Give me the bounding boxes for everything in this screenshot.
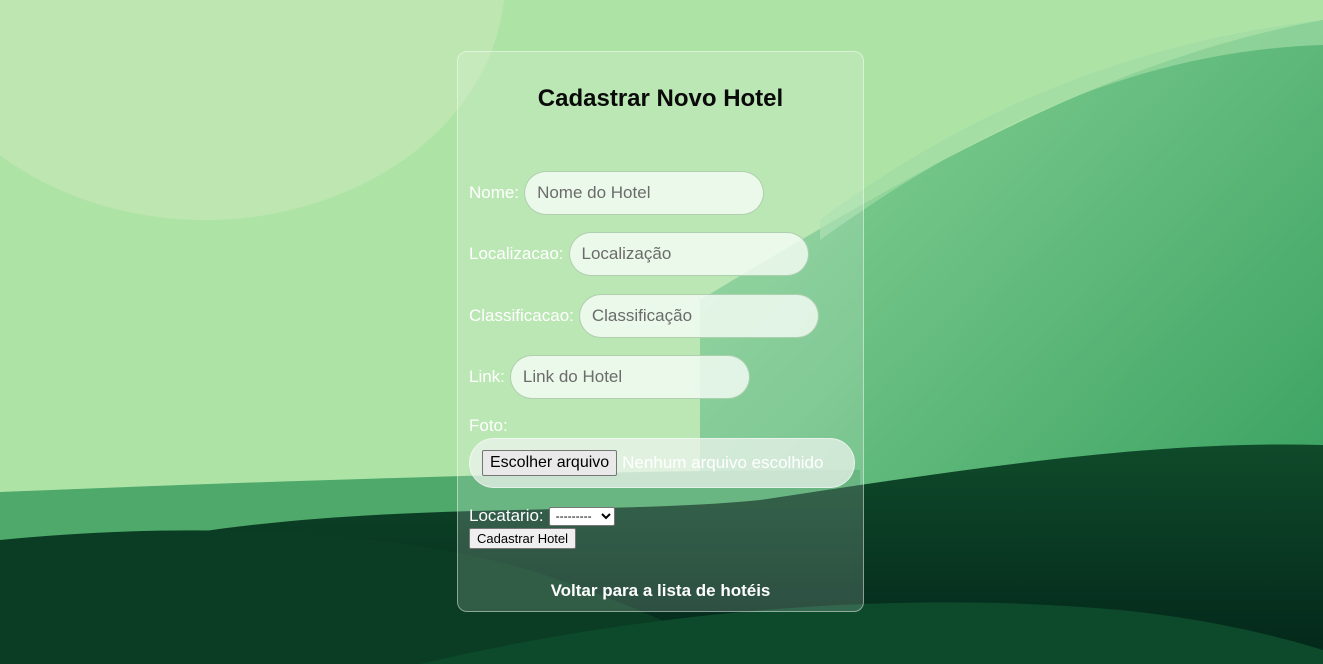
classificacao-field-row: Classificacao: — [469, 294, 819, 338]
foto-label: Foto: — [469, 416, 508, 435]
nome-label: Nome: — [469, 183, 520, 202]
localizacao-field-row: Localizacao: — [469, 232, 809, 276]
localizacao-label: Localizacao: — [469, 244, 564, 263]
back-to-hotel-list-link[interactable]: Voltar para a lista de hotéis — [458, 581, 863, 601]
file-status-text: Nenhum arquivo escolhido — [622, 453, 824, 472]
locatario-select[interactable]: --------- — [548, 506, 615, 526]
choose-file-button[interactable]: Escolher arquivo — [482, 450, 618, 476]
link-field-row: Link: — [469, 355, 750, 399]
foto-file-input: Escolher arquivo Nenhum arquivo escolhid… — [469, 438, 855, 488]
classificacao-input[interactable] — [578, 294, 819, 338]
nome-input[interactable] — [524, 171, 765, 215]
link-input[interactable] — [509, 355, 750, 399]
submit-hotel-button[interactable]: Cadastrar Hotel — [469, 528, 577, 549]
classificacao-label: Classificacao: — [469, 306, 574, 325]
locatario-label: Locatario: — [469, 506, 544, 525]
link-label: Link: — [469, 367, 505, 386]
locatario-field-row: Locatario: --------- — [469, 506, 615, 526]
localizacao-input[interactable] — [568, 232, 809, 276]
nome-field-row: Nome: — [469, 171, 765, 215]
page-title: Cadastrar Novo Hotel — [537, 85, 784, 112]
register-hotel-card: Cadastrar Novo Hotel Nome: Localizacao: … — [457, 51, 864, 612]
